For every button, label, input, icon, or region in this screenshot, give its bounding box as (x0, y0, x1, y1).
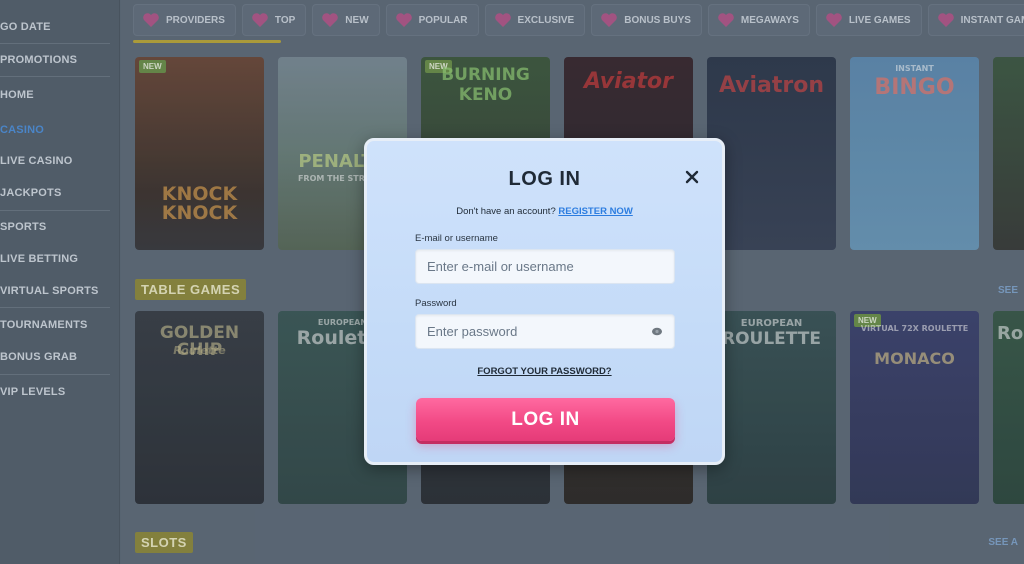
signup-prompt: Don't have an account? REGISTER NOW (367, 206, 722, 217)
show-password-icon[interactable] (651, 327, 663, 336)
close-icon (685, 170, 699, 184)
password-label: Password (415, 298, 457, 309)
login-button[interactable]: LOG IN (416, 398, 675, 441)
email-field[interactable] (415, 249, 675, 284)
register-link[interactable]: REGISTER NOW (558, 206, 632, 217)
modal-title: LOG IN (508, 168, 581, 190)
signup-prompt-text: Don't have an account? (456, 206, 556, 217)
close-button[interactable] (684, 169, 700, 185)
password-field[interactable] (415, 314, 675, 349)
login-modal: LOG IN Don't have an account? REGISTER N… (364, 138, 725, 465)
email-label: E-mail or username (415, 233, 498, 244)
forgot-password-link[interactable]: FORGOT YOUR PASSWORD? (367, 366, 722, 377)
